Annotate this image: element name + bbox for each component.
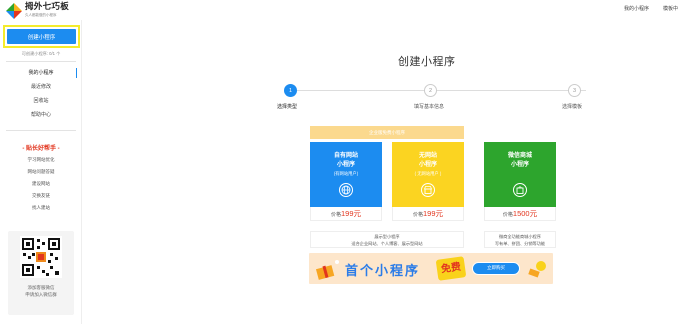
card-tile: 自有网站 小程序 (有网站用户)	[310, 142, 382, 207]
card-description-left: 展示型小程序 适合企业网站、个人博客、展示型网站	[310, 231, 464, 248]
decoration-icon	[528, 261, 546, 278]
step-label-2: 填写基本信息	[414, 104, 445, 110]
card-own-website[interactable]: 自有网站 小程序 (有网站用户) 价格199元	[310, 142, 382, 221]
promo-free-badge: 免费	[435, 256, 467, 281]
shopping-bag-icon	[513, 183, 527, 197]
card-subtitle: (有网站用户)	[333, 171, 359, 176]
sidebar-item-recycle-bin[interactable]: 回收站	[0, 94, 82, 108]
qr-caption-line1: 添加客服微信	[27, 285, 55, 290]
promo-buy-button[interactable]: 立即购买	[472, 262, 520, 275]
qr-caption-line2: 申请加入微信群	[25, 292, 57, 297]
page-title: 创建小程序	[398, 56, 456, 68]
desc-title: 展示型小程序	[374, 234, 400, 239]
card-title: 自有网站	[333, 153, 358, 159]
card-subtitle: ( 无网站用户 )	[414, 171, 442, 176]
steps-track	[296, 90, 586, 91]
helper-link[interactable]: 找人建站	[0, 202, 82, 214]
enterprise-free-banner: 企业版免费小程序	[310, 126, 464, 139]
can-create-count: 可创建小程序: 0/1 个	[21, 51, 61, 56]
helper-link[interactable]: 交换友链	[0, 190, 82, 202]
card-price: 价格199元	[392, 207, 464, 221]
sidebar: 创建小程序 可创建小程序: 0/1 个 我的小程序 最近修改 回收站 帮助中心 …	[0, 20, 82, 324]
card-price: 价格199元	[310, 207, 382, 221]
helper-link[interactable]: 建设网站	[0, 178, 82, 190]
helper-section-title: - 贴长好帮手 -	[22, 146, 60, 152]
card-no-website[interactable]: 无网站 小程序 ( 无网站用户 ) 价格199元	[392, 142, 464, 221]
divider	[6, 61, 76, 62]
sidebar-nav: 我的小程序 最近修改 回收站 帮助中心	[0, 66, 82, 122]
card-price: 价格1500元	[484, 207, 556, 221]
card-wechat-mall[interactable]: 微信商城 小程序 价格1500元	[484, 142, 556, 221]
helper-link[interactable]: 网站问题答疑	[0, 166, 82, 178]
card-title: 无网站	[418, 153, 437, 159]
create-miniprogram-button[interactable]: 创建小程序	[7, 29, 76, 44]
desc-text: 写有单、拼团、分销等功能	[494, 241, 546, 246]
step-label-3: 选择模板	[562, 104, 583, 110]
sidebar-item-my-miniprogram[interactable]: 我的小程序	[0, 66, 82, 80]
card-description-right: 微商全功能商城小程序 写有单、拼团、分销等功能	[484, 231, 556, 248]
top-link-my-miniprogram[interactable]: 我的小程序	[624, 5, 649, 12]
top-bar: 拇外七巧板 久人都能做的小程序 我的小程序 模板中	[0, 0, 682, 20]
logo-icon	[6, 2, 22, 19]
card-title: 微信商城	[507, 153, 532, 159]
globe-icon	[339, 183, 353, 197]
price-value: 199元	[341, 209, 362, 218]
logo[interactable]: 拇外七巧板 久人都能做的小程序	[6, 2, 69, 19]
card-title-2: 小程序	[418, 162, 437, 168]
card-tile: 无网站 小程序 ( 无网站用户 )	[392, 142, 464, 207]
logo-title: 拇外七巧板	[25, 1, 70, 11]
logo-subtitle: 久人都能做的小程序	[25, 13, 57, 17]
promo-banner[interactable]: 首个小程序 免费 立即购买	[309, 253, 553, 284]
step-circle-1: 1	[284, 84, 297, 97]
price-value: 1500元	[512, 209, 538, 218]
divider	[6, 130, 76, 131]
step-circle-3: 3	[568, 84, 581, 97]
sidebar-item-recent[interactable]: 最近修改	[0, 80, 82, 94]
card-title-2: 小程序	[510, 162, 529, 168]
gift-icon	[315, 260, 339, 280]
step-label-1: 选择类型	[277, 104, 298, 110]
sidebar-item-help-center[interactable]: 帮助中心	[0, 108, 82, 122]
store-icon	[421, 183, 435, 197]
helper-list: 学习网站优化 网站问题答疑 建设网站 交换友链 找人建站	[0, 154, 82, 214]
qr-code	[20, 236, 62, 278]
helper-link[interactable]: 学习网站优化	[0, 154, 82, 166]
promo-text: 首个小程序	[345, 263, 421, 278]
step-circle-2: 2	[424, 84, 437, 97]
top-link-templates[interactable]: 模板中	[663, 5, 678, 12]
card-tile: 微信商城 小程序	[484, 142, 556, 207]
card-title-2: 小程序	[336, 162, 355, 168]
create-button-highlight: 创建小程序	[3, 25, 80, 48]
qr-card: 添加客服微信 申请加入微信群	[8, 231, 74, 315]
price-value: 199元	[423, 209, 444, 218]
desc-text: 适合企业网站、个人博客、展示型网站	[351, 241, 423, 246]
desc-title: 微商全功能商城小程序	[499, 234, 541, 239]
